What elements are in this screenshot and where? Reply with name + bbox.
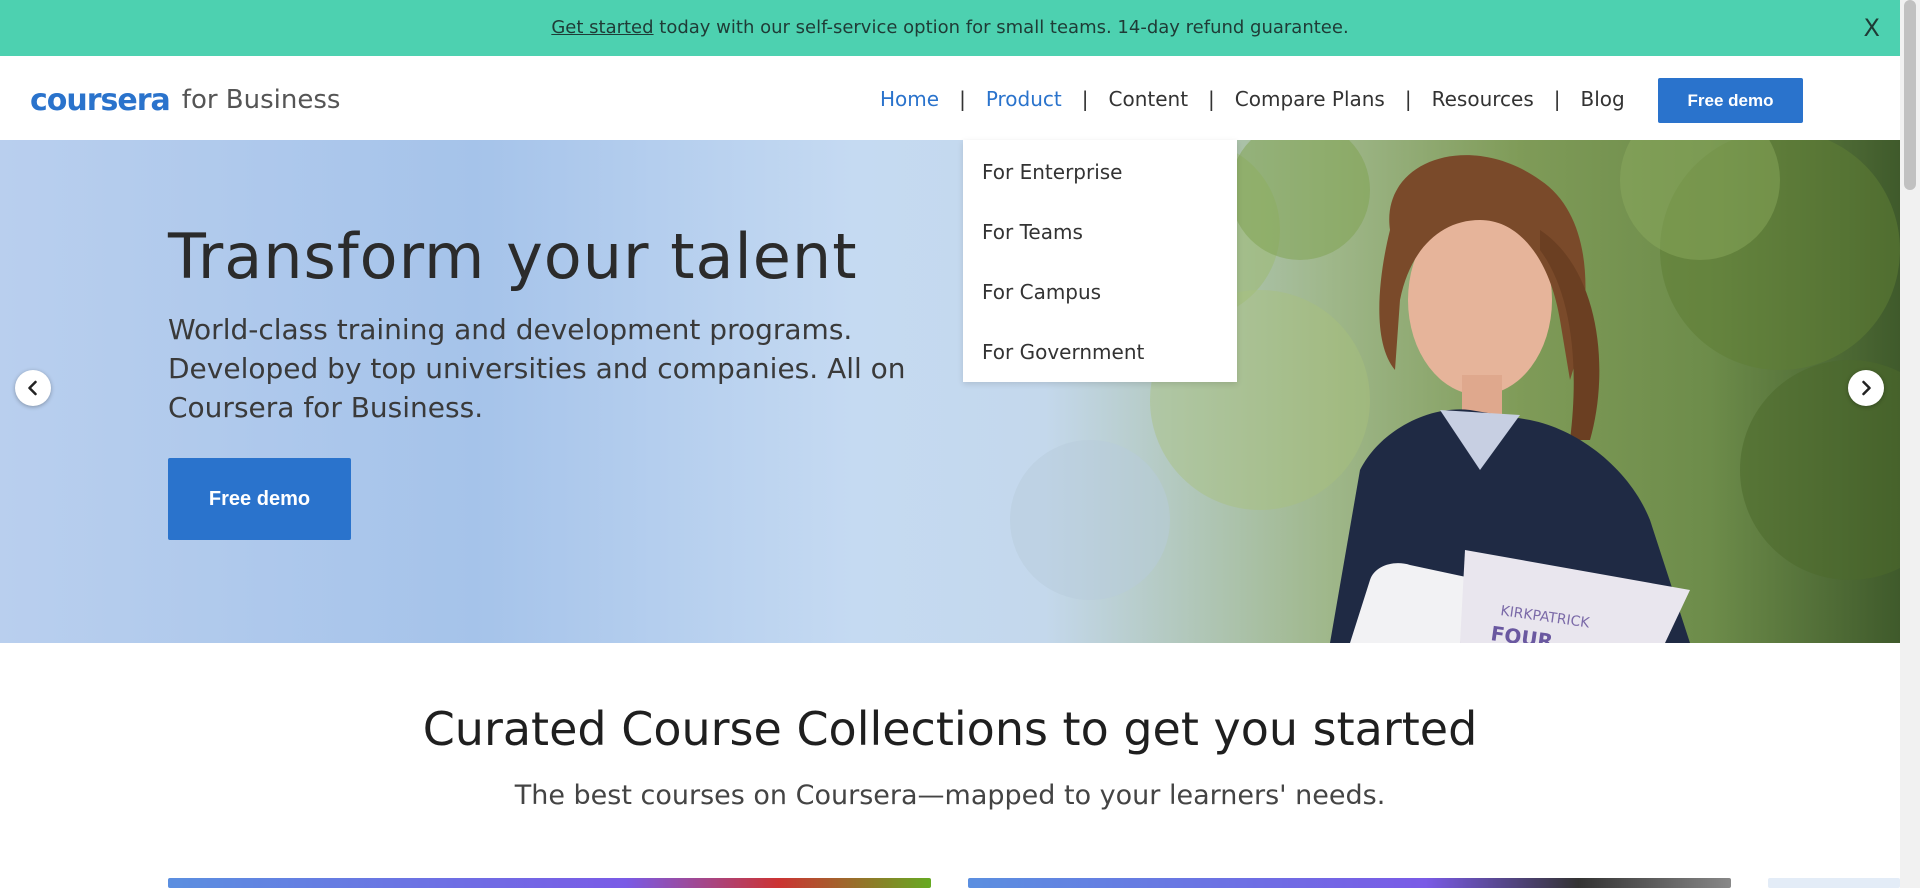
free-demo-hero-button[interactable]: Free demo	[168, 458, 351, 540]
nav-separator: |	[959, 87, 966, 111]
nav-blog[interactable]: Blog	[1581, 87, 1625, 111]
nav-compare-plans[interactable]: Compare Plans	[1235, 87, 1385, 111]
collection-card[interactable]	[168, 878, 931, 888]
collection-card[interactable]	[1768, 878, 1900, 888]
menu-item-campus[interactable]: For Campus	[982, 280, 1101, 304]
hero-title: Transform your talent	[168, 220, 858, 293]
carousel-prev-button[interactable]	[15, 370, 51, 406]
close-banner-button[interactable]: X	[1864, 14, 1880, 42]
menu-item-enterprise[interactable]: For Enterprise	[982, 160, 1123, 184]
nav-product[interactable]: Product	[986, 87, 1062, 111]
scrollbar-thumb[interactable]	[1904, 0, 1916, 190]
nav-resources[interactable]: Resources	[1432, 87, 1534, 111]
promo-text: Get started today with our self-service …	[0, 0, 1900, 56]
brand-logo[interactable]: coursera for Business	[30, 80, 340, 120]
free-demo-nav-button[interactable]: Free demo	[1658, 78, 1803, 123]
nav-separator: |	[1081, 87, 1089, 111]
promo-banner: Get started today with our self-service …	[0, 0, 1900, 56]
page-scrollbar[interactable]	[1900, 0, 1920, 888]
nav-separator: |	[1208, 87, 1215, 111]
nav-home[interactable]: Home	[880, 87, 939, 111]
carousel-next-button[interactable]	[1848, 370, 1884, 406]
hero-carousel: KIRKPATRICK FOUR Transform your talent W…	[0, 140, 1900, 643]
get-started-link[interactable]: Get started	[551, 17, 653, 38]
collections-subtitle: The best courses on Coursera—mapped to y…	[514, 780, 1386, 811]
collections-title: Curated Course Collections to get you st…	[422, 702, 1478, 756]
coursera-logo: coursera	[30, 82, 171, 118]
product-dropdown-menu: For Enterprise For Teams For Campus For …	[963, 140, 1237, 382]
logo-suffix: for Business	[181, 85, 341, 115]
collection-card[interactable]	[968, 878, 1731, 888]
menu-item-government[interactable]: For Government	[982, 340, 1144, 364]
promo-message: today with our self-service option for s…	[653, 17, 1349, 38]
chevron-right-icon	[1862, 380, 1871, 396]
nav-content[interactable]: Content	[1109, 87, 1189, 111]
main-nav: Home | Product | Content | Compare Plans…	[880, 84, 1625, 114]
menu-item-teams[interactable]: For Teams	[982, 220, 1083, 244]
nav-separator: |	[1553, 87, 1561, 111]
hero-subtitle: World-class training and development pro…	[168, 313, 906, 424]
collection-cards-row	[0, 878, 1900, 888]
nav-separator: |	[1404, 87, 1412, 111]
chevron-left-icon	[28, 380, 37, 396]
